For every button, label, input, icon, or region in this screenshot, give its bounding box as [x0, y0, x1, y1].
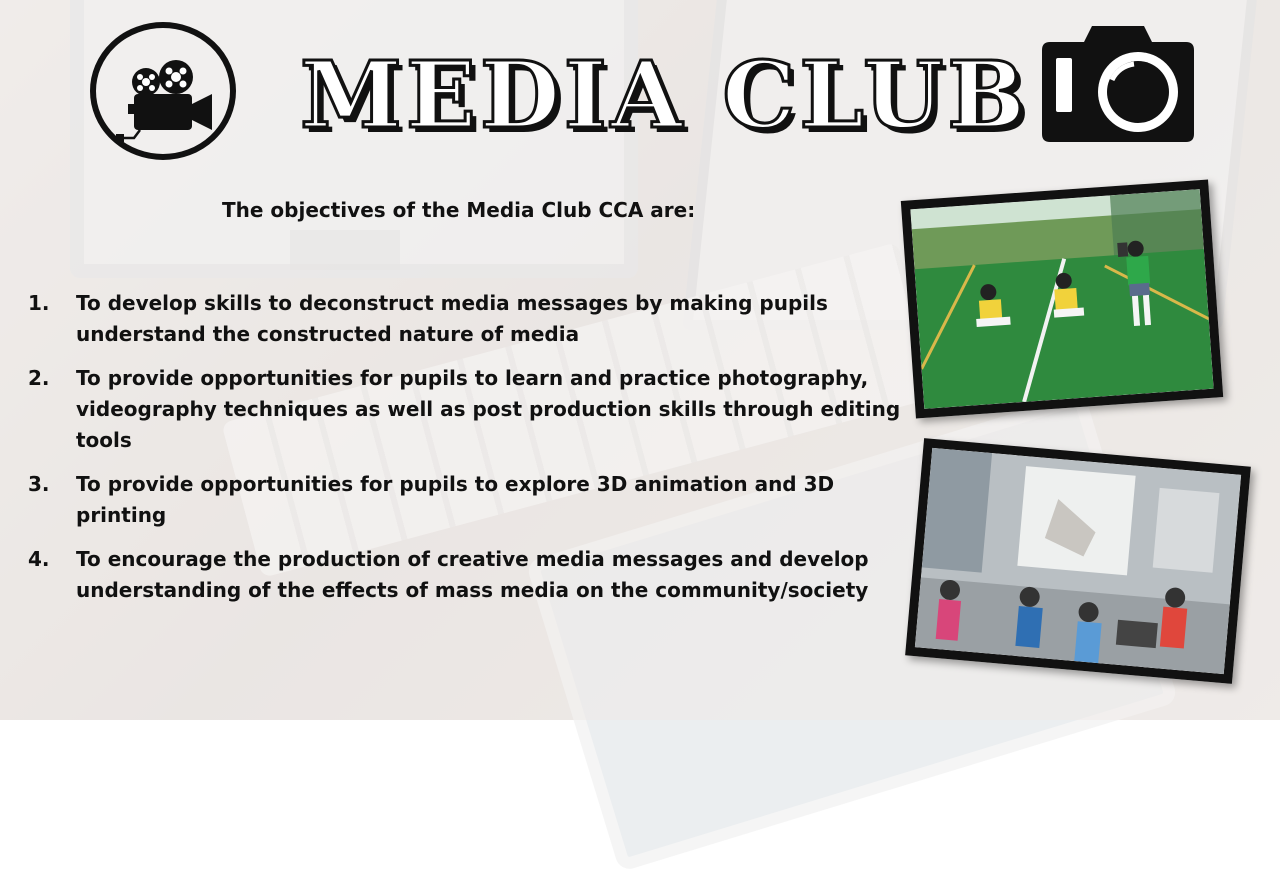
photo-camera-icon [1040, 18, 1196, 144]
film-camera-icon [88, 20, 238, 162]
list-item: 1. To develop skills to deconstruct medi… [28, 288, 908, 350]
classroom-photo [905, 438, 1251, 684]
page-title: MEDIA CLUB [299, 40, 1030, 151]
list-item-text: To provide opportunities for pupils to l… [76, 366, 901, 452]
list-item-text: To develop skills to deconstruct media m… [76, 291, 828, 346]
objectives-intro: The objectives of the Media Club CCA are… [222, 198, 696, 222]
list-item-text: To encourage the production of creative … [76, 547, 869, 602]
field-photo [900, 179, 1224, 419]
list-item-number: 4. [28, 547, 50, 571]
list-item-number: 2. [28, 366, 50, 390]
list-item-number: 3. [28, 472, 50, 496]
list-item-text: To provide opportunities for pupils to e… [76, 472, 835, 527]
list-item-number: 1. [28, 291, 50, 315]
list-item: 3. To provide opportunities for pupils t… [28, 469, 908, 531]
list-item: 2. To provide opportunities for pupils t… [28, 363, 908, 456]
list-item: 4. To encourage the production of creati… [28, 544, 908, 606]
objectives-list: 1. To develop skills to deconstruct medi… [28, 288, 908, 619]
